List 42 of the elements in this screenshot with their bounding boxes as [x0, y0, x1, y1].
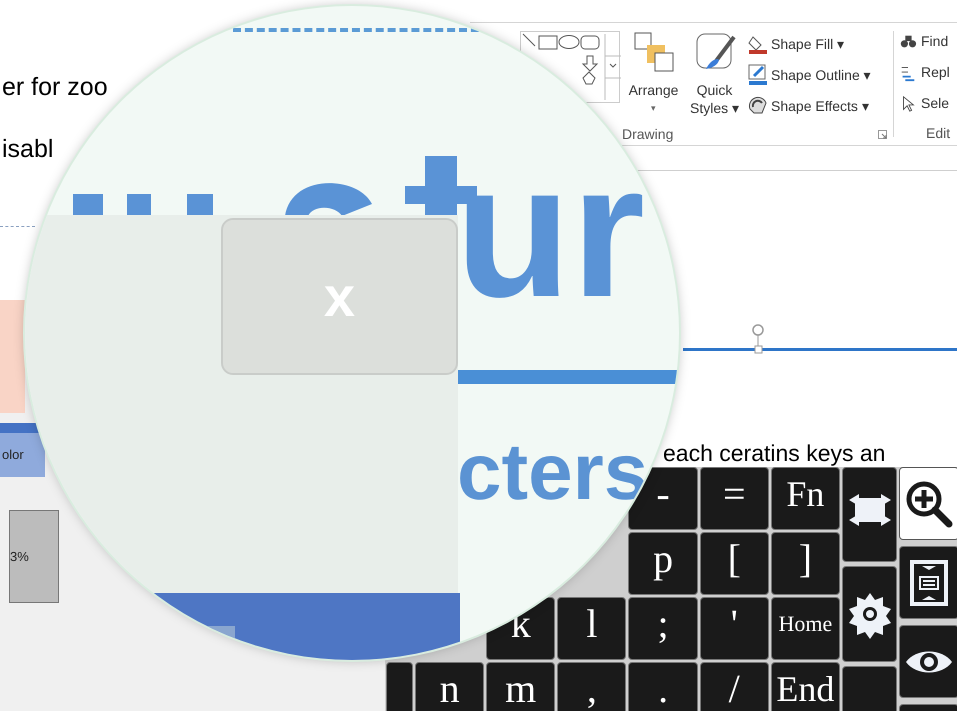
arrange-icon: [632, 31, 674, 73]
key[interactable]: =: [700, 467, 769, 530]
pen-icon: [748, 64, 768, 86]
magnified-heading: ur: [455, 161, 645, 301]
key[interactable]: m: [486, 662, 556, 711]
scroll-key[interactable]: [899, 546, 957, 619]
key[interactable]: n: [415, 662, 484, 711]
document-text: isabl: [2, 134, 54, 164]
find-button[interactable]: Find: [899, 31, 957, 52]
shape-effects-button[interactable]: Shape Effects ▾: [748, 95, 871, 117]
key[interactable]: [842, 666, 897, 711]
slide-text: each ceratins keys an: [663, 440, 886, 466]
group-label: Drawing: [622, 124, 674, 144]
shape-outline-button[interactable]: Shape Outline ▾: [748, 64, 871, 86]
settings-key[interactable]: [842, 566, 897, 662]
select-button[interactable]: Sele: [899, 93, 957, 114]
zoom-in-icon: [904, 478, 954, 528]
key[interactable]: ,: [557, 662, 626, 711]
key[interactable]: l: [557, 597, 626, 660]
key[interactable]: [386, 662, 413, 711]
shapes-icon: [521, 32, 621, 102]
dialog-launcher-icon: [878, 130, 887, 138]
color-tab[interactable]: olor: [0, 423, 45, 477]
quick-styles-button[interactable]: Quick Styles ▾: [687, 31, 742, 123]
key[interactable]: Home: [770, 597, 840, 660]
replace-button[interactable]: Repl: [899, 62, 957, 83]
key[interactable]: Fn: [770, 467, 840, 530]
shape-fill-button[interactable]: Shape Fill ▾: [748, 33, 871, 55]
key[interactable]: /: [700, 662, 769, 711]
zoom-key[interactable]: [899, 467, 957, 540]
binoculars-icon: [899, 32, 917, 50]
percent-box: 3%: [9, 510, 59, 603]
key[interactable]: ;: [628, 597, 698, 660]
group-label: Edit: [926, 124, 952, 143]
resize-key[interactable]: [842, 467, 897, 562]
document-text: er for zoo: [2, 72, 108, 102]
eye-key[interactable]: [899, 625, 957, 698]
key[interactable]: ': [700, 597, 769, 660]
key[interactable]: End: [770, 662, 840, 711]
key[interactable]: p: [628, 532, 698, 595]
key[interactable]: ]: [770, 532, 840, 595]
key[interactable]: .: [628, 662, 698, 711]
